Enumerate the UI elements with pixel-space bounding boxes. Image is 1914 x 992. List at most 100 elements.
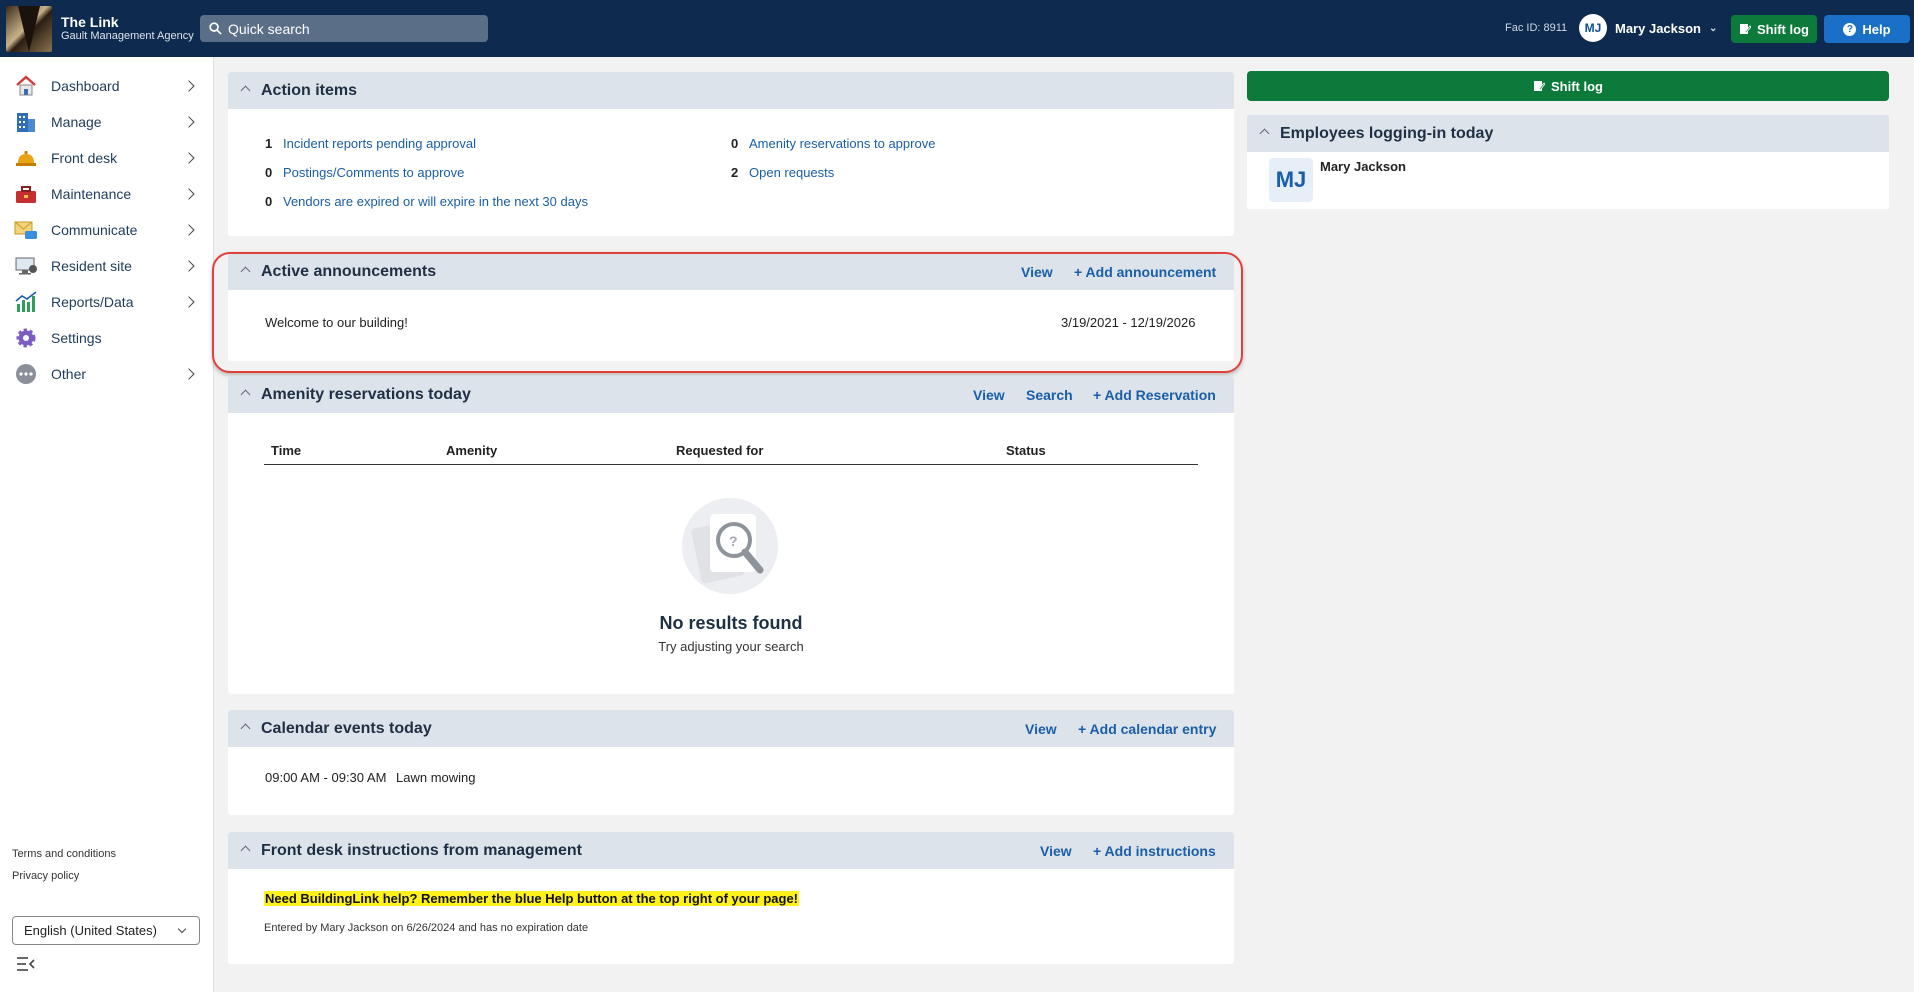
- view-calendar-link[interactable]: View: [1025, 721, 1057, 737]
- sidebar-item-label: Communicate: [51, 222, 138, 238]
- sidebar-item-dashboard[interactable]: Dashboard: [0, 68, 214, 104]
- sidebar-item-front-desk[interactable]: Front desk: [0, 140, 214, 176]
- action-link[interactable]: Vendors are expired or will expire in th…: [283, 194, 588, 209]
- no-results-illustration-icon: ?: [682, 498, 778, 594]
- sidebar-item-settings[interactable]: Settings: [0, 320, 214, 356]
- terms-link[interactable]: Terms and conditions: [12, 848, 116, 860]
- question-icon: ?: [1843, 22, 1857, 36]
- quick-search-input[interactable]: Quick search: [200, 15, 488, 42]
- action-count: 2: [731, 165, 739, 180]
- shift-log-label: Shift log: [1757, 21, 1809, 37]
- edit-note-icon: [1534, 81, 1545, 91]
- building-logo[interactable]: [6, 5, 52, 52]
- sidebar-item-maintenance[interactable]: Maintenance: [0, 176, 214, 212]
- panel-title: Calendar events today: [261, 719, 432, 737]
- panel-header[interactable]: Front desk instructions from management …: [228, 832, 1234, 869]
- action-count: 0: [265, 165, 273, 180]
- chevron-right-icon: [183, 188, 195, 200]
- chevron-right-icon: [183, 260, 195, 272]
- action-count: 0: [731, 136, 739, 151]
- chevron-right-icon: [183, 152, 195, 164]
- search-icon: [209, 22, 222, 35]
- view-reservations-link[interactable]: View: [973, 387, 1005, 403]
- panel-header[interactable]: Calendar events today View + Add calenda…: [228, 710, 1234, 747]
- chevron-right-icon: [183, 116, 195, 128]
- column-header-requested-for[interactable]: Requested for: [676, 443, 763, 458]
- panel-title: Amenity reservations today: [261, 385, 471, 403]
- instruction-message: Need BuildingLink help? Remember the blu…: [264, 891, 800, 906]
- view-instructions-link[interactable]: View: [1040, 843, 1072, 859]
- calendar-events-panel: Calendar events today View + Add calenda…: [228, 710, 1234, 815]
- user-menu[interactable]: MJ Mary Jackson ⌄: [1579, 14, 1717, 42]
- gear-icon: [16, 328, 36, 348]
- app-name: The Link: [61, 13, 119, 30]
- shift-log-button[interactable]: Shift log: [1731, 15, 1817, 43]
- sidebar-item-label: Resident site: [51, 258, 132, 274]
- brand: The Link Gault Management Agency: [61, 14, 194, 44]
- building-icon: [17, 113, 35, 132]
- sidebar-item-label: Other: [51, 366, 87, 382]
- collapse-caret-icon[interactable]: [240, 723, 251, 734]
- chevron-down-icon: ⌄: [1709, 22, 1718, 34]
- org-name: Gault Management Agency: [61, 30, 194, 43]
- add-instructions-link[interactable]: + Add instructions: [1093, 843, 1216, 859]
- panel-header[interactable]: Action items: [228, 72, 1234, 109]
- collapse-caret-icon[interactable]: [240, 845, 251, 856]
- bell-icon: [16, 150, 36, 166]
- action-link[interactable]: Incident reports pending approval: [283, 136, 476, 151]
- panel-title: Action items: [261, 81, 358, 99]
- action-items-panel: Action items 1 Incident reports pending …: [228, 72, 1234, 236]
- empty-state-title: No results found: [659, 613, 803, 633]
- search-placeholder: Quick search: [228, 20, 310, 37]
- privacy-link[interactable]: Privacy policy: [12, 870, 79, 882]
- add-calendar-entry-link[interactable]: + Add calendar entry: [1078, 721, 1216, 737]
- sidebar-item-reports-data[interactable]: Reports/Data: [0, 284, 214, 320]
- language-select[interactable]: English (United States): [12, 916, 200, 945]
- monitor-icon: [15, 257, 37, 275]
- employee-name[interactable]: Mary Jackson: [1320, 159, 1406, 174]
- chevron-right-icon: [183, 368, 195, 380]
- sidebar-item-label: Settings: [51, 330, 102, 346]
- shift-log-label: Shift log: [1551, 78, 1603, 94]
- sidebar-item-communicate[interactable]: Communicate: [0, 212, 214, 248]
- sidebar-item-label: Reports/Data: [51, 294, 134, 310]
- column-header-status[interactable]: Status: [1006, 443, 1046, 458]
- language-value: English (United States): [24, 923, 157, 938]
- column-header-amenity[interactable]: Amenity: [446, 443, 497, 458]
- collapse-sidebar-icon[interactable]: [16, 956, 36, 972]
- search-reservations-link[interactable]: Search: [1026, 387, 1073, 403]
- sidebar-item-label: Maintenance: [51, 186, 132, 202]
- sidebar-item-label: Dashboard: [51, 78, 120, 94]
- shift-log-wide-button[interactable]: Shift log: [1247, 71, 1889, 101]
- collapse-caret-icon[interactable]: [1259, 128, 1270, 139]
- user-name: Mary Jackson: [1615, 20, 1701, 36]
- employee-avatar: MJ: [1269, 158, 1313, 202]
- envelope-icon: [14, 221, 37, 239]
- add-reservation-link[interactable]: + Add Reservation: [1093, 387, 1216, 403]
- chevron-right-icon: [183, 80, 195, 92]
- chevron-right-icon: [183, 296, 195, 308]
- sidebar: Dashboard Manage Front desk Maintenance …: [0, 57, 214, 992]
- sidebar-item-manage[interactable]: Manage: [0, 104, 214, 140]
- user-avatar: MJ: [1579, 14, 1607, 42]
- empty-state-subtitle: Try adjusting your search: [658, 639, 804, 654]
- panel-header[interactable]: Amenity reservations today View Search +…: [228, 376, 1234, 413]
- column-header-time[interactable]: Time: [271, 443, 301, 458]
- sidebar-item-other[interactable]: Other: [0, 356, 214, 392]
- more-icon: [16, 364, 36, 384]
- help-label: Help: [1862, 21, 1891, 37]
- help-button[interactable]: ? Help: [1824, 15, 1910, 43]
- action-link[interactable]: Open requests: [749, 165, 834, 180]
- action-count: 1: [265, 136, 273, 151]
- collapse-caret-icon[interactable]: [240, 389, 251, 400]
- collapse-caret-icon[interactable]: [240, 85, 251, 96]
- highlight-annotation: [212, 252, 1243, 373]
- event-name[interactable]: Lawn mowing: [396, 770, 476, 785]
- toolbox-icon: [16, 186, 36, 203]
- panel-header[interactable]: Employees logging-in today: [1247, 115, 1889, 152]
- sidebar-item-label: Front desk: [51, 150, 118, 166]
- action-link[interactable]: Postings/Comments to approve: [283, 165, 464, 180]
- sidebar-item-label: Manage: [51, 114, 102, 130]
- sidebar-item-resident-site[interactable]: Resident site: [0, 248, 214, 284]
- action-link[interactable]: Amenity reservations to approve: [749, 136, 935, 151]
